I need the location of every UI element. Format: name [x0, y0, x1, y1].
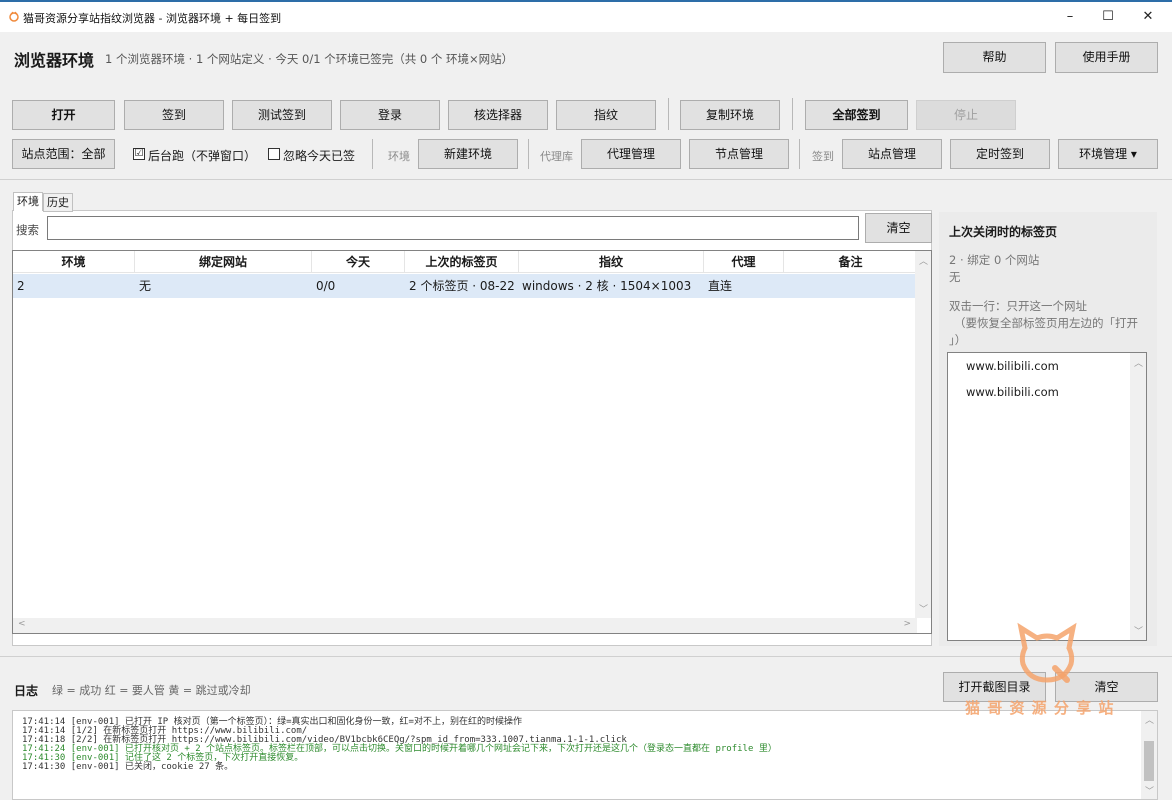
table-cell: 无: [139, 279, 152, 293]
last-tabs-list: www.bilibili.com www.bilibili.com ︿ ﹀: [947, 352, 1147, 641]
proxy-lib-label: 代理库: [540, 150, 573, 163]
column-header[interactable]: 备注: [784, 251, 917, 273]
new-env-button[interactable]: 新建环境: [418, 139, 518, 169]
watermark: 猫 哥 资 源 分 享 站: [965, 622, 1135, 717]
app-icon: [9, 11, 19, 22]
window-title: 猫哥资源分享站指纹浏览器 - 浏览器环境 + 每日签到: [23, 12, 282, 25]
column-header[interactable]: 上次的标签页: [405, 251, 519, 273]
node-manage-button[interactable]: 节点管理: [689, 139, 789, 169]
column-header[interactable]: 今天: [312, 251, 405, 273]
search-clear-button[interactable]: 清空: [865, 213, 932, 243]
minimize-icon[interactable]: –: [1050, 6, 1090, 28]
table-cell: 直连: [708, 279, 733, 293]
toolbar-divider: [668, 98, 669, 130]
last-tabs-env-info: 2 · 绑定 0 个网站: [949, 253, 1040, 267]
env-manage-dropdown[interactable]: 环境管理 ▾: [1058, 139, 1158, 169]
section-divider: [0, 179, 1172, 180]
table-row[interactable]: 2 无 0/0 2 个标签页 · 08-22 windows · 2 核 · 1…: [13, 274, 917, 298]
last-tabs-title: 上次关闭时的标签页: [949, 225, 1058, 239]
search-input[interactable]: [47, 216, 859, 240]
scroll-right-icon[interactable]: >: [903, 619, 911, 629]
table-cell: 2 个标签页 · 08-22: [409, 279, 515, 293]
log-vertical-scrollbar[interactable]: ︿ ﹀: [1141, 711, 1157, 799]
scroll-up-icon[interactable]: ︿: [1145, 713, 1154, 726]
page-subtitle: 1 个浏览器环境 · 1 个网站定义 · 今天 0/1 个环境已签完（共 0 个…: [105, 52, 514, 66]
tab-env[interactable]: 环境: [13, 192, 43, 211]
last-tabs-hint: （要恢复全部标签页用左边的「打开: [954, 316, 1138, 330]
table-horizontal-scrollbar[interactable]: < >: [13, 618, 917, 633]
checkin-group-label: 签到: [812, 150, 834, 163]
scroll-up-icon[interactable]: ︿: [1134, 356, 1143, 369]
scroll-down-icon[interactable]: ﹀: [919, 602, 928, 615]
search-label: 搜索: [16, 223, 39, 237]
manual-button[interactable]: 使用手册: [1055, 42, 1158, 73]
env-group-label: 环境: [388, 150, 410, 163]
checkin-all-button[interactable]: 全部签到: [805, 100, 908, 130]
fingerprint-button[interactable]: 指纹: [556, 100, 656, 130]
background-run-checkbox[interactable]: ☑: [133, 148, 145, 160]
last-tabs-hint: 」）: [949, 333, 967, 347]
table-cell: windows · 2 核 · 1504×1003: [522, 279, 692, 293]
log-output: 17:41:14 [env-001] 已打开 IP 核对页（第一个标签页）：绿=…: [12, 710, 1158, 800]
scroll-down-icon[interactable]: ﹀: [1134, 624, 1143, 637]
list-vertical-scrollbar[interactable]: ︿ ﹀: [1130, 353, 1146, 640]
toolbar-divider: [799, 139, 800, 169]
column-header[interactable]: 指纹: [519, 251, 704, 273]
column-header[interactable]: 环境: [13, 251, 135, 273]
ignore-today-checkbox[interactable]: [268, 148, 280, 160]
table-cell: 2: [17, 279, 25, 293]
login-button[interactable]: 登录: [340, 100, 440, 130]
site-scope-button[interactable]: 站点范围：全部: [12, 139, 115, 169]
table-cell: 0/0: [316, 279, 336, 293]
help-button[interactable]: 帮助: [943, 42, 1046, 73]
column-header[interactable]: 绑定网站: [135, 251, 312, 273]
cat-logo-icon: [1017, 622, 1077, 683]
close-icon[interactable]: ✕: [1128, 6, 1168, 28]
list-item[interactable]: www.bilibili.com: [966, 385, 1059, 399]
table-cell: [788, 274, 914, 298]
tab-history[interactable]: 历史: [43, 193, 73, 212]
page-title: 浏览器环境: [14, 51, 95, 70]
background-run-label: 后台跑（不弹窗口）: [148, 149, 257, 163]
scheduled-checkin-button[interactable]: 定时签到: [950, 139, 1050, 169]
log-title: 日志: [14, 684, 39, 698]
toolbar-divider: [372, 139, 373, 169]
table-vertical-scrollbar[interactable]: ︿ ﹀: [915, 251, 931, 618]
maximize-icon[interactable]: ☐: [1088, 6, 1128, 28]
table-header: 环境 绑定网站 今天 上次的标签页 指纹 代理 备注: [13, 251, 917, 273]
selector-button[interactable]: 核选择器: [448, 100, 548, 130]
checkin-button[interactable]: 签到: [124, 100, 224, 130]
log-line: 17:41:30 [env-001] 已关闭，cookie 27 条。: [22, 762, 234, 772]
watermark-text: 猫 哥 资 源 分 享 站: [965, 699, 1115, 717]
site-manage-button[interactable]: 站点管理: [842, 139, 942, 169]
scroll-down-icon[interactable]: ﹀: [1145, 784, 1154, 797]
test-checkin-button[interactable]: 测试签到: [232, 100, 332, 130]
last-tabs-hint: 双击一行：只开这一个网址: [949, 299, 1087, 313]
proxy-manage-button[interactable]: 代理管理: [581, 139, 681, 169]
list-item[interactable]: www.bilibili.com: [966, 359, 1059, 373]
ignore-today-label: 忽略今天已签: [283, 149, 356, 163]
column-header[interactable]: 代理: [704, 251, 784, 273]
toolbar-divider: [792, 98, 793, 130]
log-legend: 绿 = 成功 红 = 要人管 黄 = 跳过或冷却: [52, 684, 251, 697]
scroll-left-icon[interactable]: <: [18, 619, 26, 629]
scroll-up-icon[interactable]: ︿: [919, 254, 928, 267]
open-button[interactable]: 打开: [12, 100, 115, 130]
toolbar-divider: [528, 139, 529, 169]
stop-button[interactable]: 停止: [916, 100, 1016, 130]
copy-env-button[interactable]: 复制环境: [680, 100, 780, 130]
last-tabs-binding: 无: [949, 270, 961, 284]
scrollbar-thumb[interactable]: [1144, 741, 1154, 781]
title-bar: 猫哥资源分享站指纹浏览器 - 浏览器环境 + 每日签到 – ☐ ✕: [0, 0, 1172, 32]
env-table: 环境 绑定网站 今天 上次的标签页 指纹 代理 备注 2 无 0/0 2 个标签…: [12, 250, 932, 634]
